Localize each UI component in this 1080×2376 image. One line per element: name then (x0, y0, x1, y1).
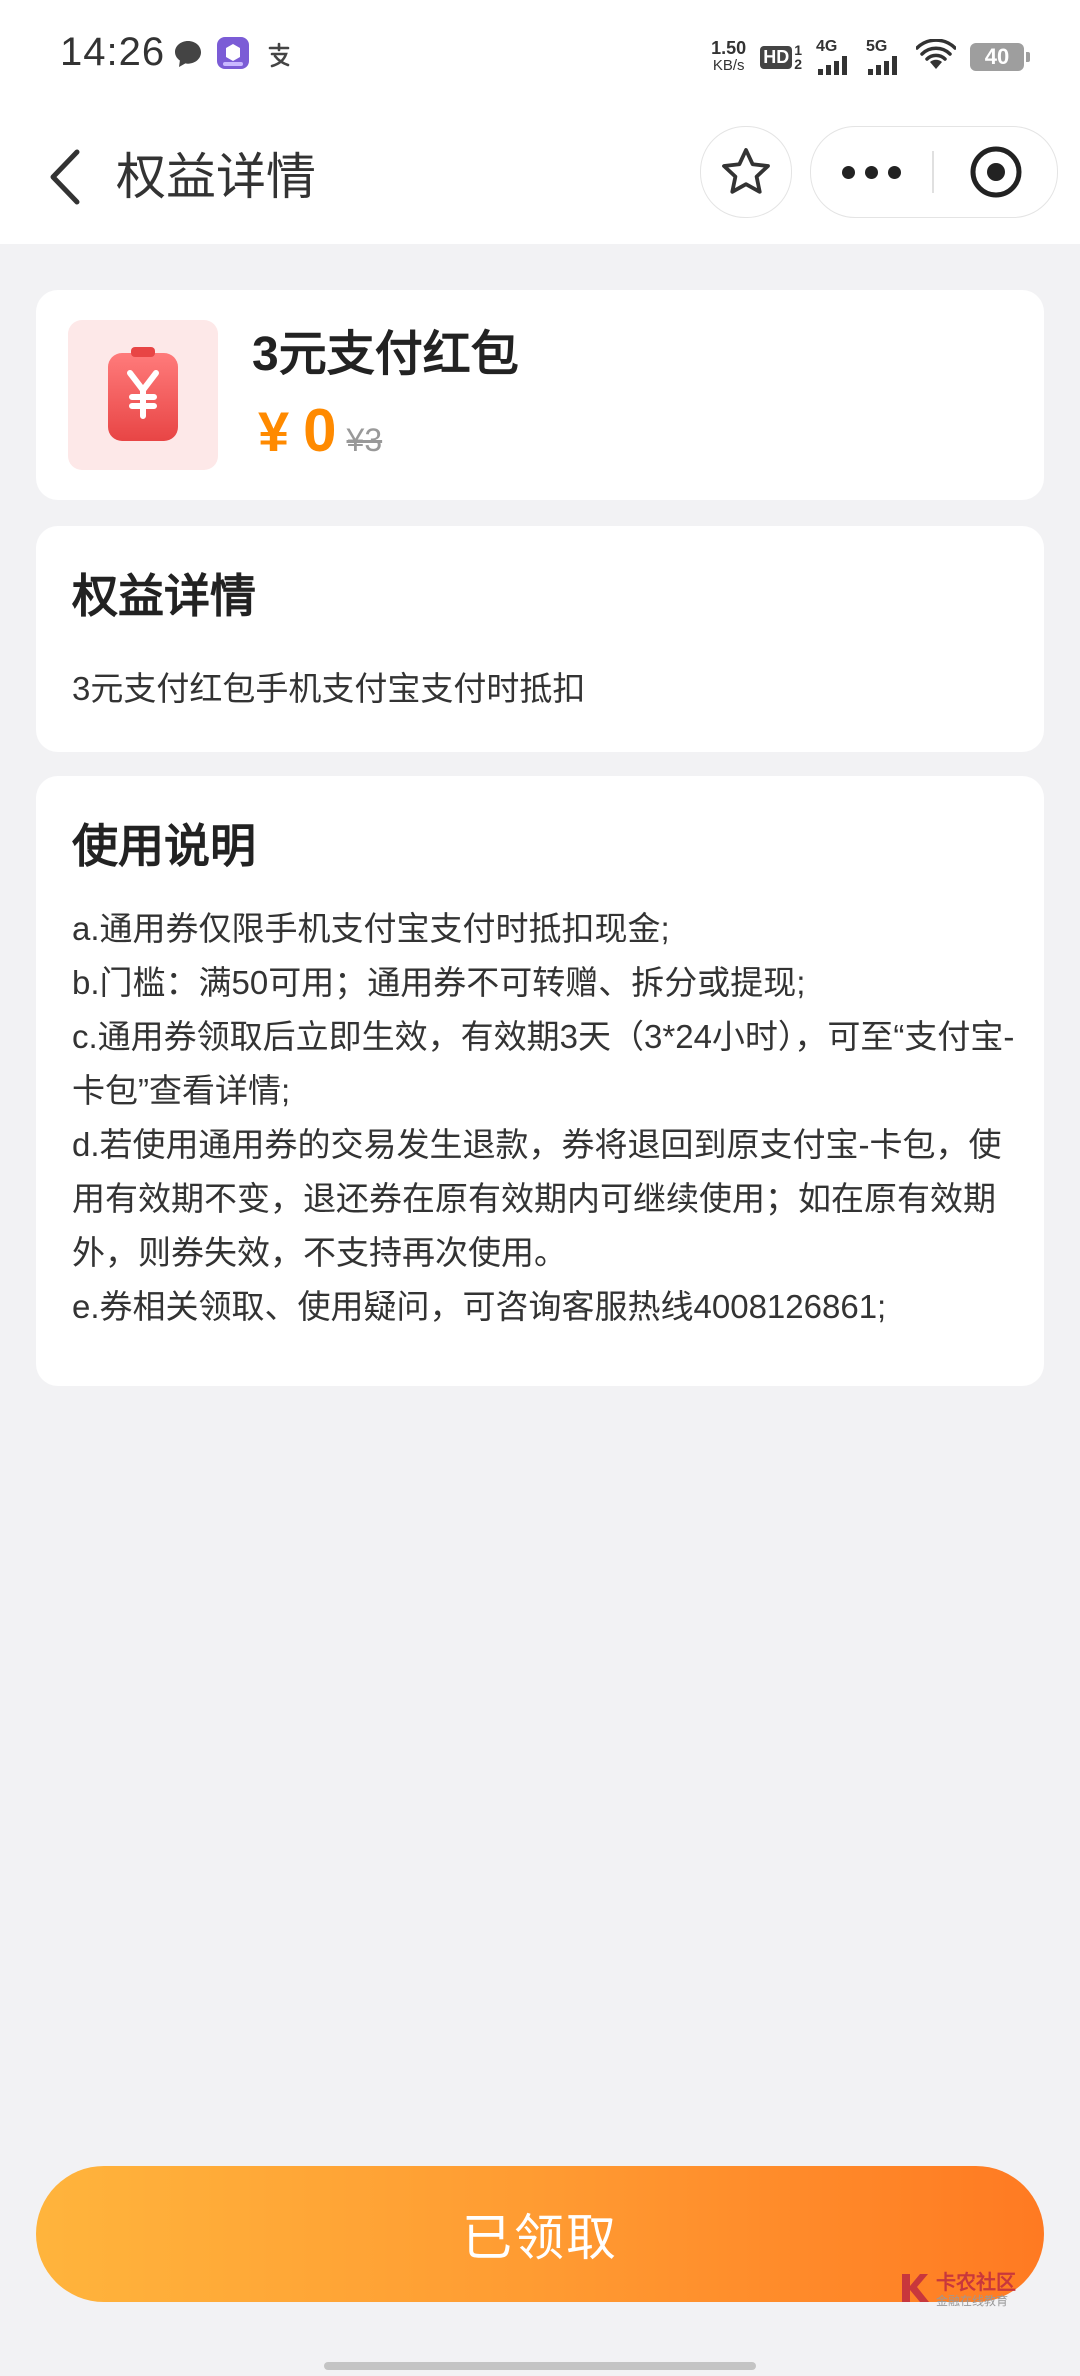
more-dot-icon (841, 165, 855, 179)
community-logo-icon (902, 2274, 929, 2302)
usage-title: 使用说明 (72, 820, 256, 872)
status-time: 14:26 (60, 30, 166, 74)
price-currency: ¥ (258, 400, 290, 463)
watermark-title: 卡农社区 (936, 2272, 1016, 2294)
price-row: ¥ 0 ¥3 (258, 396, 382, 465)
product-image (68, 320, 218, 470)
network-speed-value: 1.50 (711, 38, 747, 58)
network-speed: 1.50 KB/s (711, 39, 746, 75)
claimed-button[interactable]: 已领取 (36, 2166, 1044, 2302)
more-dot-icon (864, 165, 878, 179)
usage-list: a.通用券仅限手机支付宝支付时抵扣现金; b.门槛：满50可用；通用券不可转赠、… (72, 902, 1022, 1334)
red-packet-icon (108, 347, 178, 441)
capsule-divider (932, 151, 934, 193)
app-notification-icon (216, 36, 250, 75)
message-bubble-icon (172, 38, 204, 75)
benefit-description: 3元支付红包手机支付宝支付时抵扣 (72, 670, 586, 707)
usage-item: b.门槛：满50可用；通用券不可转赠、拆分或提现; (72, 964, 806, 1001)
usage-item: e.券相关领取、使用疑问，可咨询客服热线4008126861; (72, 1288, 887, 1325)
status-icons: 1.50 KB/s HD 1 2 4G 5G 40 (711, 34, 1030, 80)
favorite-button[interactable] (700, 126, 792, 218)
home-indicator[interactable] (324, 2362, 756, 2370)
benefit-card: 权益详情 3元支付红包手机支付宝支付时抵扣 (36, 526, 1044, 752)
page-title: 权益详情 (116, 149, 316, 205)
product-card: 3元支付红包 ¥ 0 ¥3 (36, 290, 1044, 500)
usage-item: a.通用券仅限手机支付宝支付时抵扣现金; (72, 910, 670, 947)
miniprogram-capsule (810, 126, 1058, 218)
benefit-title: 权益详情 (72, 570, 256, 622)
network-speed-unit: KB/s (712, 57, 745, 74)
hd-badge: HD 1 2 (760, 43, 802, 71)
alipay-notification-icon (264, 40, 294, 75)
product-name: 3元支付红包 (252, 328, 519, 381)
nav-bar: 权益详情 (0, 110, 1080, 244)
wifi-icon (915, 37, 957, 76)
watermark: 卡农社区 金融在线教育 (898, 2264, 1038, 2314)
usage-item: c.通用券领取后立即生效，有效期3天（3*24小时），可至“支付宝-卡包”查看详… (72, 1018, 1015, 1109)
usage-item: d.若使用通用券的交易发生退款，券将退回到原支付宝-卡包，使用有效期不变，退还券… (72, 1126, 1002, 1271)
close-miniprogram-button[interactable] (937, 127, 1055, 217)
back-button[interactable] (30, 140, 100, 214)
battery-icon: 40 (970, 43, 1030, 71)
target-icon (970, 146, 1022, 198)
more-dot-icon (887, 165, 901, 179)
current-price: 0 (303, 397, 337, 464)
status-bar: 14:26 1.50 KB/s HD 1 2 4G 5G 40 (0, 0, 1080, 110)
usage-card: 使用说明 a.通用券仅限手机支付宝支付时抵扣现金; b.门槛：满50可用；通用券… (36, 776, 1044, 1386)
chevron-left-icon (50, 149, 80, 205)
star-icon (722, 148, 770, 194)
original-price: ¥3 (346, 422, 383, 458)
signal-4g-icon: 4G (816, 39, 852, 75)
more-options-button[interactable] (811, 127, 931, 217)
watermark-subtitle: 金融在线教育 (936, 2294, 1009, 2308)
signal-5g-icon: 5G (866, 39, 902, 75)
